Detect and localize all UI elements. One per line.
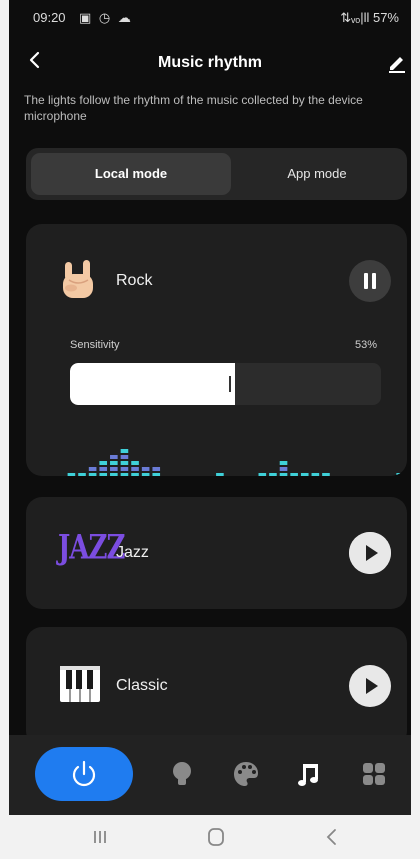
piano-keys-icon	[60, 666, 100, 702]
equalizer-bar-segment	[99, 467, 108, 471]
rock-title: Rock	[116, 272, 153, 289]
equalizer-bar-segment	[110, 461, 118, 465]
app-mode-tab[interactable]: App mode	[231, 153, 403, 195]
sensitivity-slider-fill	[70, 363, 235, 405]
equalizer-visualizer	[67, 449, 404, 476]
power-icon	[72, 760, 96, 787]
palette-icon[interactable]	[231, 759, 261, 789]
equalizer-bar-segment	[110, 455, 118, 459]
scenes-grid-icon[interactable]	[359, 759, 389, 789]
equalizer-bar-segment	[120, 461, 129, 465]
equalizer-bar-segment	[258, 473, 267, 476]
equalizer-bar-segment	[110, 473, 118, 476]
equalizer-bar-segment	[110, 467, 118, 471]
sensitivity-slider-handle[interactable]	[228, 376, 231, 392]
sensitivity-label: Sensitivity	[70, 339, 120, 351]
rock-hand-icon	[63, 260, 93, 298]
equalizer-bar-segment	[300, 473, 309, 476]
equalizer-bar-segment	[279, 461, 288, 465]
equalizer-bar-segment	[67, 473, 76, 476]
status-bar: 09:20 ▣ ◷ ☁ ⇅ᵥₒ|ll 57%	[9, 0, 411, 34]
jazz-title: Jazz	[116, 544, 149, 561]
equalizer-bar-segment	[396, 473, 404, 476]
phone-screen: 09:20 ▣ ◷ ☁ ⇅ᵥₒ|ll 57% Music rhythm The …	[9, 0, 411, 815]
home-icon[interactable]	[204, 827, 228, 847]
header: Music rhythm	[9, 42, 411, 82]
bottom-nav	[9, 735, 411, 815]
music-note-icon[interactable]	[295, 759, 325, 789]
equalizer-bar-segment	[322, 473, 330, 476]
play-icon	[349, 532, 391, 574]
equalizer-bar-segment	[152, 467, 161, 471]
equalizer-bar-segment	[131, 461, 139, 465]
status-notification-icons: ▣ ◷ ☁	[79, 10, 133, 25]
bulb-icon[interactable]	[167, 759, 197, 789]
equalizer-bar-segment	[88, 473, 97, 476]
classic-play-button[interactable]	[349, 665, 391, 707]
jazz-card[interactable]: JAZZ Jazz	[26, 497, 407, 609]
equalizer-bar-segment	[120, 449, 129, 453]
equalizer-bar-segment	[131, 467, 139, 471]
local-mode-tab[interactable]: Local mode	[31, 153, 231, 195]
sensitivity-slider[interactable]	[70, 363, 381, 405]
equalizer-bar-segment	[120, 467, 129, 471]
equalizer-bar-segment	[279, 467, 288, 471]
equalizer-bar-segment	[131, 473, 139, 476]
equalizer-bar-segment	[279, 473, 288, 476]
equalizer-bar-segment	[99, 461, 108, 465]
status-battery: ⇅ᵥₒ|ll 57%	[340, 10, 399, 25]
pause-icon	[364, 273, 376, 289]
classic-title: Classic	[116, 677, 168, 694]
equalizer-bar-segment	[120, 455, 129, 459]
equalizer-bar-segment	[99, 473, 108, 476]
mode-toggle: Local mode App mode	[26, 148, 407, 200]
equalizer-bar-segment	[311, 473, 320, 476]
edit-pencil-icon[interactable]	[385, 50, 409, 74]
power-button[interactable]	[35, 747, 133, 801]
equalizer-bar-segment	[152, 473, 161, 476]
classic-card[interactable]: Classic	[26, 627, 407, 747]
equalizer-bar-segment	[290, 473, 298, 476]
sensitivity-value: 53%	[355, 339, 378, 351]
jazz-play-button[interactable]	[349, 532, 391, 574]
status-time: 09:20	[33, 10, 66, 25]
equalizer-bar-segment	[120, 473, 129, 476]
recents-icon[interactable]	[88, 827, 112, 847]
rock-pause-button[interactable]	[349, 260, 391, 302]
equalizer-bar-segment	[269, 473, 277, 476]
equalizer-bar-segment	[216, 473, 224, 476]
page-description: The lights follow the rhythm of the musi…	[24, 93, 363, 123]
equalizer-bar-segment	[78, 473, 86, 476]
back-icon[interactable]	[320, 827, 344, 847]
page-title: Music rhythm	[157, 54, 262, 71]
play-icon	[349, 665, 391, 707]
jazz-logo: JAZZ	[58, 528, 125, 568]
equalizer-bar-segment	[141, 467, 150, 471]
equalizer-bar-segment	[88, 467, 97, 471]
rock-card[interactable]: Rock Sensitivity 53%	[26, 224, 407, 476]
equalizer-bar-segment	[141, 473, 150, 476]
android-nav-bar	[0, 815, 420, 859]
